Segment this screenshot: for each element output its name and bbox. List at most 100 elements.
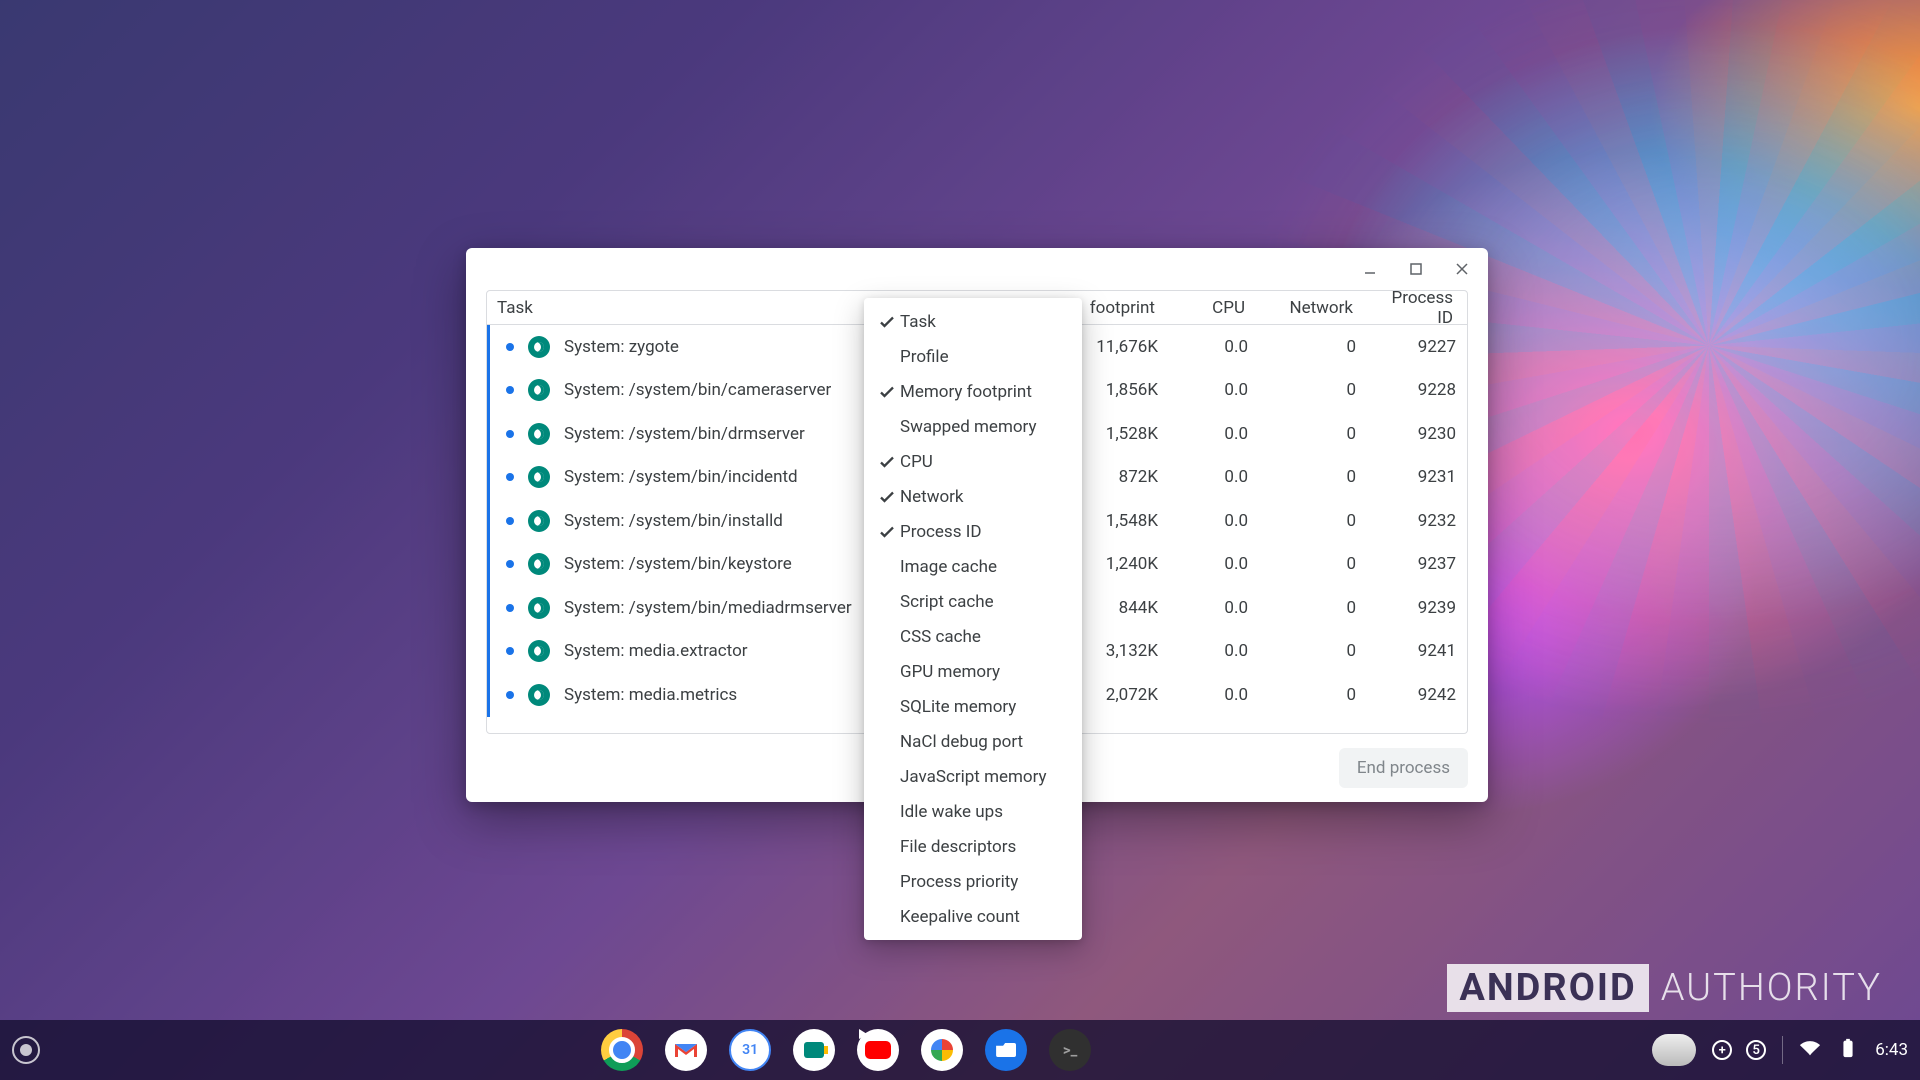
context-menu-item[interactable]: Keepalive count [864, 899, 1082, 934]
cell-cpu: 0.0 [1168, 598, 1258, 618]
context-menu-item-label: Idle wake ups [900, 802, 1003, 822]
context-menu-item[interactable]: Memory footprint [864, 374, 1082, 409]
wifi-icon[interactable] [1799, 1037, 1821, 1064]
check-icon [874, 454, 900, 470]
shelf-app-files[interactable] [985, 1029, 1027, 1071]
context-menu-item-label: File descriptors [900, 837, 1016, 857]
shelf-app-gmail[interactable] [665, 1029, 707, 1071]
task-name: System: /system/bin/drmserver [564, 424, 805, 444]
notification-add-icon[interactable]: + [1712, 1040, 1732, 1060]
cell-pid: 9230 [1366, 424, 1466, 444]
cell-network: 0 [1258, 467, 1366, 487]
task-name: System: /system/bin/incidentd [564, 467, 798, 487]
android-process-icon [528, 510, 550, 532]
cell-pid: 9241 [1366, 641, 1466, 661]
context-menu-item-label: SQLite memory [900, 697, 1016, 717]
shelf-app-photos[interactable] [921, 1029, 963, 1071]
cell-network: 0 [1258, 424, 1366, 444]
watermark-brand-box: ANDROID [1447, 964, 1648, 1012]
context-menu-item-label: Swapped memory [900, 417, 1037, 437]
context-menu-item[interactable]: NaCl debug port [864, 724, 1082, 759]
cell-cpu: 0.0 [1168, 511, 1258, 531]
context-menu-item[interactable]: CSS cache [864, 619, 1082, 654]
watermark-brand-rest: AUTHORITY [1661, 966, 1882, 1010]
system-tray[interactable]: + 5 6:43 [1652, 1034, 1908, 1066]
column-header-pid[interactable]: Process ID [1363, 290, 1463, 328]
context-menu-item[interactable]: Network [864, 479, 1082, 514]
column-context-menu: Task Profile Memory footprint Swapped memor… [864, 298, 1082, 940]
launcher-button[interactable] [12, 1036, 40, 1064]
cell-pid: 9227 [1366, 337, 1466, 357]
context-menu-item[interactable]: CPU [864, 444, 1082, 479]
context-menu-item[interactable]: Image cache [864, 549, 1082, 584]
android-process-icon [528, 684, 550, 706]
context-menu-item[interactable]: Swapped memory [864, 409, 1082, 444]
context-menu-item-label: NaCl debug port [900, 732, 1023, 752]
context-menu-item[interactable]: Task [864, 304, 1082, 339]
clock[interactable]: 6:43 [1875, 1040, 1908, 1060]
context-menu-item-label: Keepalive count [900, 907, 1020, 927]
cell-cpu: 0.0 [1168, 467, 1258, 487]
check-icon [874, 489, 900, 505]
check-icon [874, 314, 900, 330]
tray-divider [1782, 1036, 1783, 1064]
shelf: 31 + 5 6:43 [0, 1020, 1920, 1080]
context-menu-item-label: Profile [900, 347, 949, 367]
window-maximize-button[interactable] [1402, 255, 1430, 283]
android-process-icon [528, 379, 550, 401]
context-menu-item[interactable]: GPU memory [864, 654, 1082, 689]
column-header-cpu[interactable]: CPU [1165, 298, 1255, 318]
android-process-icon [528, 336, 550, 358]
context-menu-item[interactable]: Script cache [864, 584, 1082, 619]
context-menu-item-label: Process ID [900, 522, 981, 542]
window-minimize-button[interactable] [1356, 255, 1384, 283]
shelf-app-chrome[interactable] [601, 1029, 643, 1071]
battery-icon[interactable] [1837, 1037, 1859, 1064]
task-name: System: /system/bin/mediadrmserver [564, 598, 852, 618]
end-process-button[interactable]: End process [1339, 748, 1468, 788]
account-avatar[interactable] [1652, 1034, 1696, 1066]
context-menu-item[interactable]: Process priority [864, 864, 1082, 899]
context-menu-item[interactable]: Idle wake ups [864, 794, 1082, 829]
row-selection-bullet [506, 691, 514, 699]
cell-pid: 9242 [1366, 685, 1466, 705]
column-header-network[interactable]: Network [1255, 298, 1363, 318]
context-menu-item-label: Script cache [900, 592, 994, 612]
row-selection-bullet [506, 343, 514, 351]
context-menu-item[interactable]: JavaScript memory [864, 759, 1082, 794]
shelf-app-calendar[interactable]: 31 [729, 1029, 771, 1071]
context-menu-item-label: CPU [900, 452, 933, 472]
shelf-app-meet[interactable] [793, 1029, 835, 1071]
cell-cpu: 0.0 [1168, 685, 1258, 705]
notification-count-badge[interactable]: 5 [1746, 1040, 1766, 1060]
cell-pid: 9239 [1366, 598, 1466, 618]
row-selection-bullet [506, 430, 514, 438]
task-name: System: /system/bin/cameraserver [564, 380, 831, 400]
task-name: System: media.metrics [564, 685, 737, 705]
cell-pid: 9228 [1366, 380, 1466, 400]
cell-network: 0 [1258, 641, 1366, 661]
context-menu-item[interactable]: SQLite memory [864, 689, 1082, 724]
android-process-icon [528, 597, 550, 619]
context-menu-item[interactable]: File descriptors [864, 829, 1082, 864]
android-process-icon [528, 423, 550, 445]
shelf-app-terminal[interactable] [1049, 1029, 1091, 1071]
cell-network: 0 [1258, 511, 1366, 531]
cell-network: 0 [1258, 380, 1366, 400]
window-close-button[interactable] [1448, 255, 1476, 283]
context-menu-item-label: Image cache [900, 557, 997, 577]
context-menu-item[interactable]: Process ID [864, 514, 1082, 549]
context-menu-item-label: Task [900, 312, 936, 332]
cell-network: 0 [1258, 337, 1366, 357]
shelf-apps: 31 [601, 1029, 1091, 1071]
context-menu-item-label: Network [900, 487, 964, 507]
task-name: System: /system/bin/installd [564, 511, 783, 531]
task-name: System: media.extractor [564, 641, 748, 661]
shelf-app-youtube[interactable] [857, 1029, 899, 1071]
context-menu-item-label: Process priority [900, 872, 1018, 892]
context-menu-item[interactable]: Profile [864, 339, 1082, 374]
cell-network: 0 [1258, 598, 1366, 618]
row-selection-bullet [506, 517, 514, 525]
cell-cpu: 0.0 [1168, 424, 1258, 444]
context-menu-item-label: JavaScript memory [900, 767, 1047, 787]
